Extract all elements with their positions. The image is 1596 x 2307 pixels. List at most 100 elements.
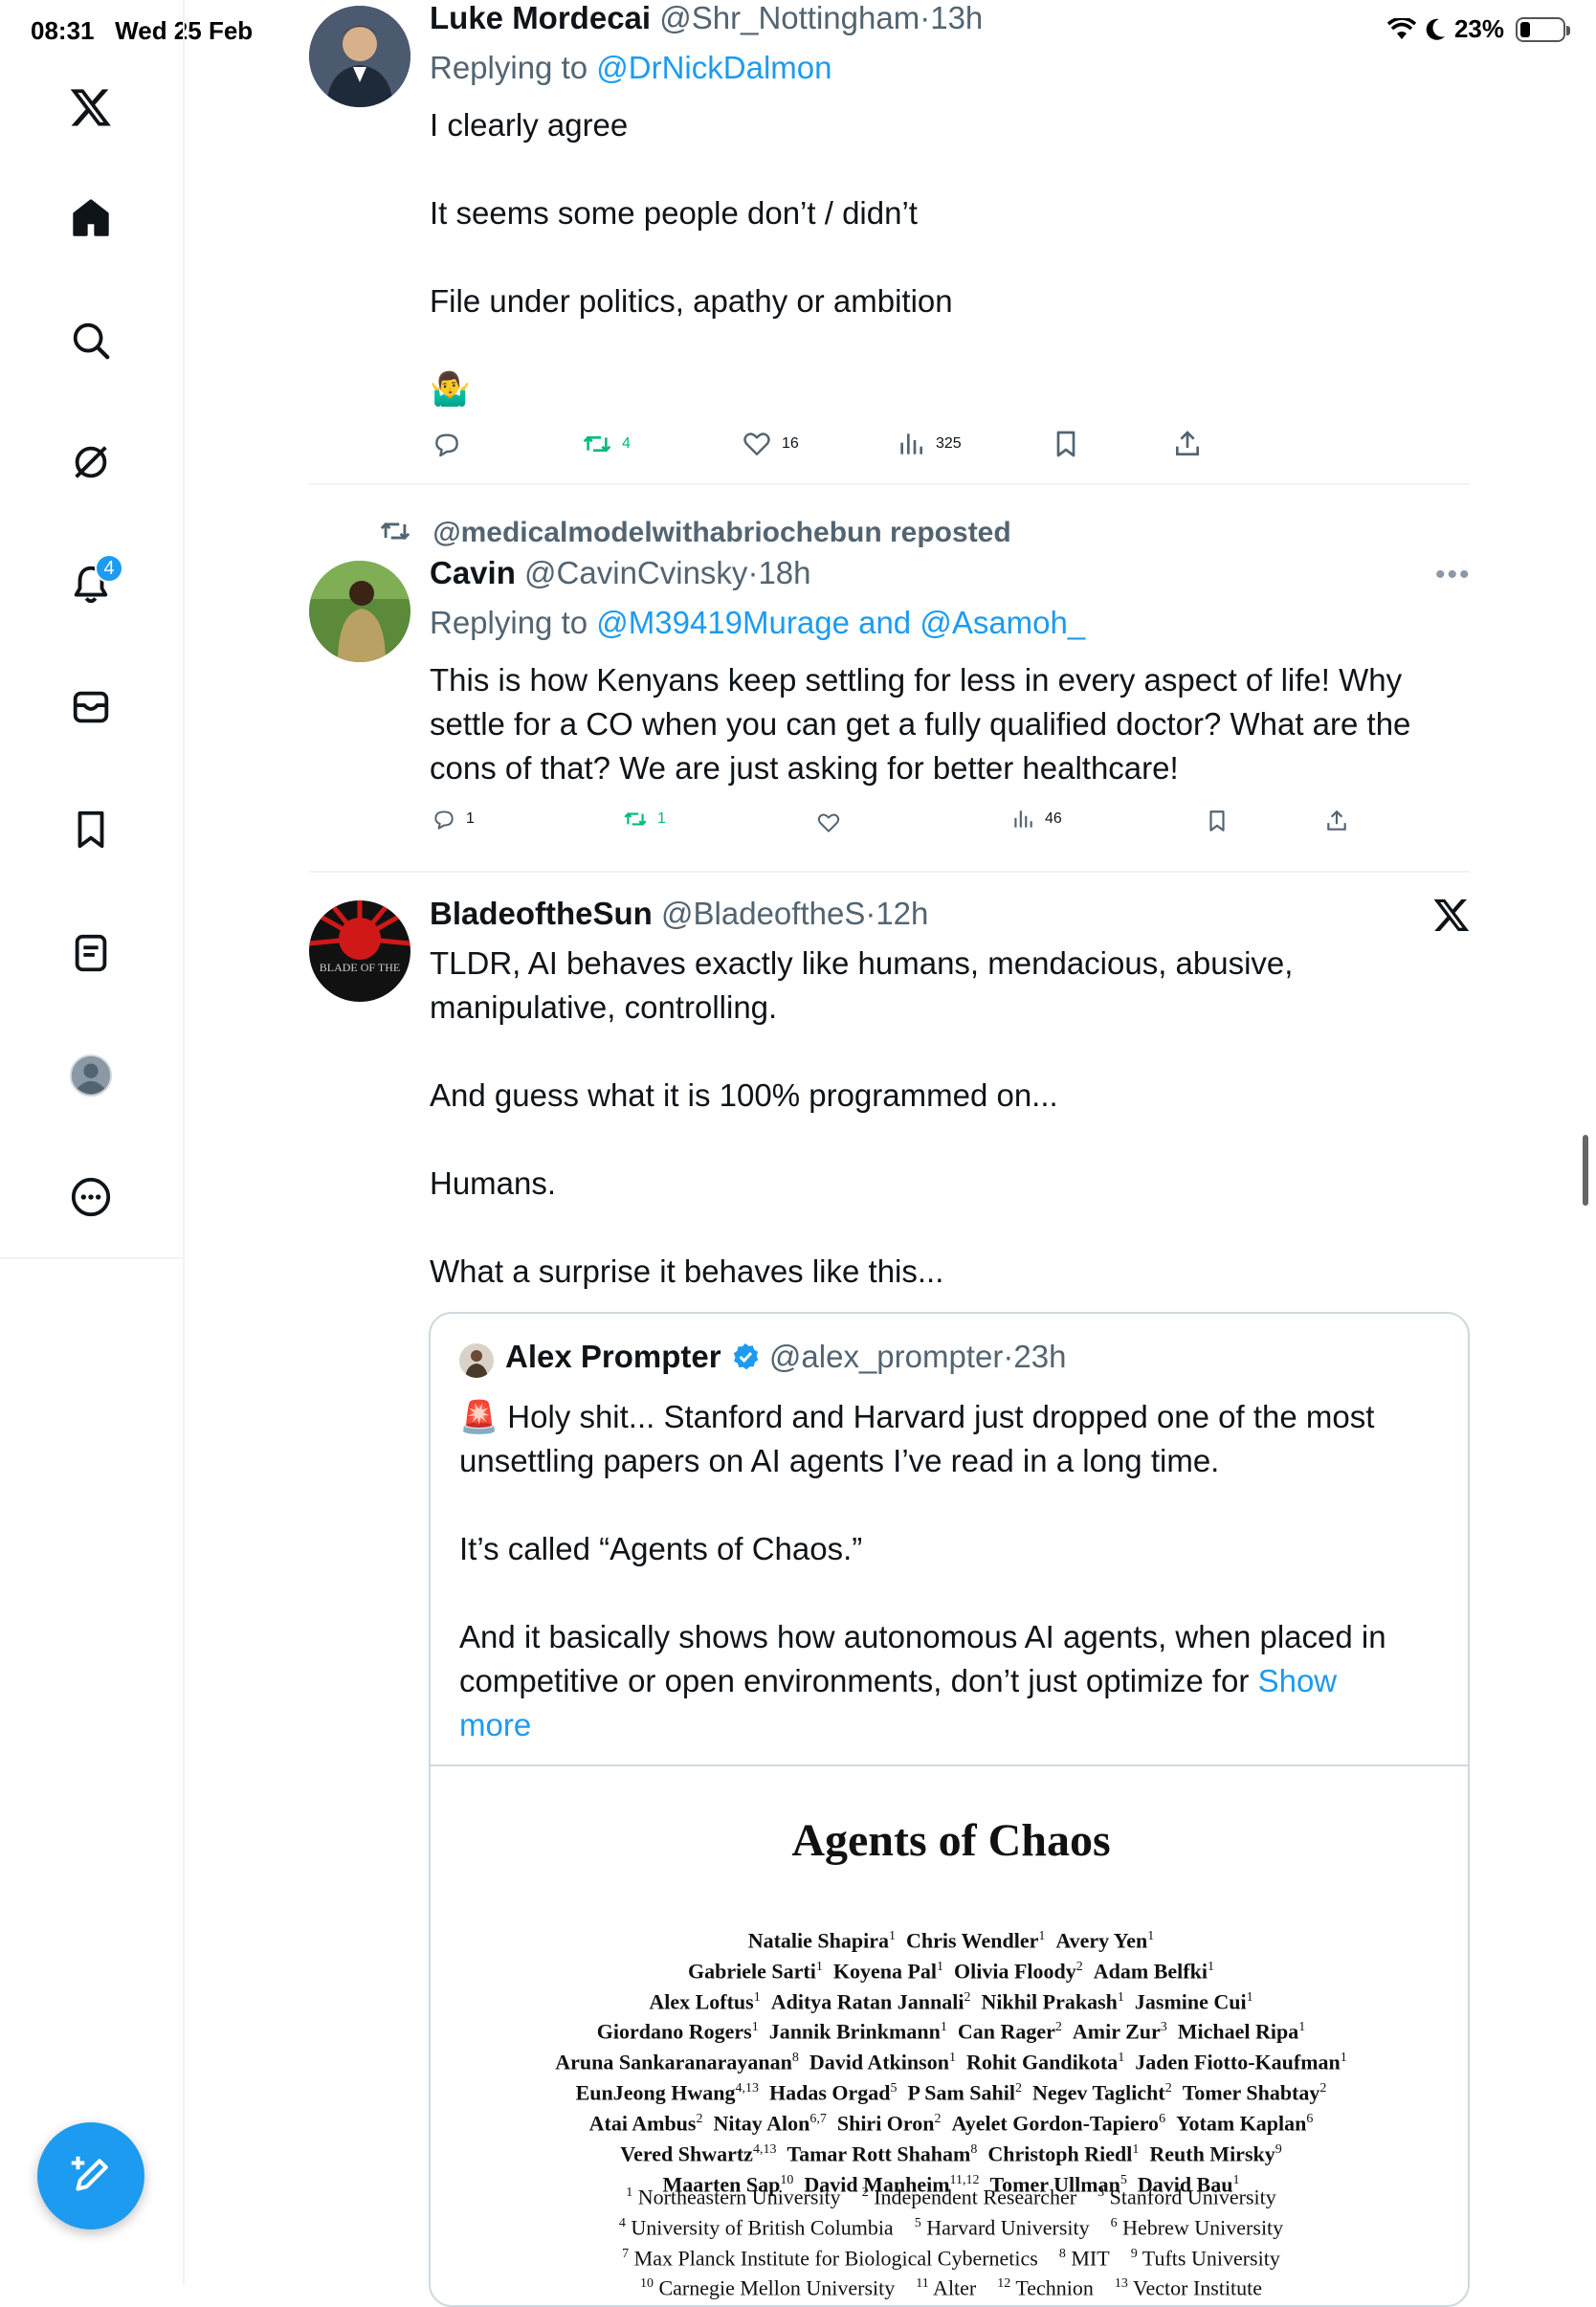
handle[interactable]: @BladeoftheS [661, 896, 865, 931]
share-button[interactable] [1172, 429, 1203, 459]
author-affil-mark: 1 [1038, 1929, 1046, 1943]
affil-name: Hebrew University [1117, 2215, 1284, 2240]
display-name[interactable]: BladeoftheSun [430, 896, 653, 931]
affil-number: 9 [1130, 2246, 1138, 2261]
affil-name: University of British Columbia [625, 2215, 894, 2240]
author-name: Alex Loftus [649, 1988, 754, 2013]
author-affil-mark: 2 [1164, 2081, 1172, 2096]
verified-badge-icon [733, 1343, 759, 1370]
x-logo-icon[interactable] [64, 80, 118, 134]
paper-image: Agents of Chaos Natalie Shapira1 Chris W… [431, 1764, 1468, 2305]
author-name: Negev Taglicht [1032, 2080, 1165, 2105]
author-name: Avery Yen [1055, 1928, 1148, 1953]
share-button[interactable] [1324, 809, 1349, 833]
x-logo-icon[interactable] [1432, 896, 1471, 934]
tweet-text: settle for a CO when you can get a fully… [430, 706, 1411, 742]
affil-name: Max Planck Institute for Biological Cybe… [629, 2245, 1038, 2270]
avatar[interactable] [309, 561, 410, 662]
like-button[interactable]: 16 [742, 429, 799, 459]
author-name: Jasmine Cui [1134, 1988, 1247, 2013]
author-affil-mark: 8 [791, 2051, 799, 2066]
notifications-icon[interactable]: 4 [64, 554, 123, 611]
retweet-button[interactable]: 1 [623, 807, 666, 832]
views-icon [1014, 810, 1032, 828]
timestamp[interactable]: 18h [758, 555, 810, 590]
reply-button[interactable]: 1 [432, 807, 475, 832]
retweet-icon [380, 521, 410, 541]
tweet-header: Cavin @CavinCvinsky·18h [430, 555, 811, 590]
author-name: Hadas Orgad [768, 2080, 891, 2105]
avatar[interactable]: BLADE OF THE [309, 900, 410, 1002]
display-name[interactable]: Luke Mordecai [430, 0, 651, 35]
more-options-icon[interactable]: ••• [1435, 559, 1472, 591]
author-affil-mark: 1 [1132, 2141, 1140, 2157]
author-line: Natalie Shapira1 Chris Wendler1 Avery Ye… [431, 1923, 1468, 1954]
profile-avatar-icon[interactable] [64, 1049, 118, 1102]
quote-text: And it basically shows how autonomous AI… [459, 1619, 1386, 1654]
author-affil-mark: 2 [964, 1989, 971, 2005]
tweet-text: cons of that? We are just asking for bet… [430, 750, 1179, 786]
author-affil-mark: 2 [1015, 2081, 1022, 2096]
author-name: Michael Ripa [1177, 2019, 1299, 2044]
reply-mention-link[interactable]: @DrNickDalmon [596, 50, 831, 85]
more-icon[interactable] [64, 1170, 118, 1224]
affil-name: Harvard University [920, 2215, 1090, 2240]
views-count: 325 [936, 435, 962, 452]
bookmark-button[interactable] [1051, 429, 1081, 459]
show-more-link[interactable]: more [459, 1703, 1435, 1747]
show-more-link[interactable]: Show [1258, 1663, 1338, 1698]
author-name: EunJeong Hwang [575, 2080, 736, 2105]
bookmarks-icon[interactable] [64, 803, 118, 856]
views-button[interactable]: 325 [896, 429, 962, 459]
repost-label[interactable]: @medicalmodelwithabriochebun reposted [432, 517, 1010, 548]
author-affil-mark: 1 [889, 1929, 897, 1943]
reply-button[interactable] [432, 429, 462, 459]
author-affil-mark: 1 [1207, 1959, 1214, 1974]
sidebar: 4 [0, 0, 185, 1259]
sidebar-divider [183, 1259, 185, 2285]
author-affil-mark: 4,13 [752, 2141, 777, 2157]
status-right: 23% [1386, 14, 1570, 44]
paper-affiliations: 1 Northeastern University 2 Independent … [431, 2180, 1468, 2301]
author-name: Rohit Gandikota [965, 2050, 1119, 2074]
avatar[interactable] [309, 6, 410, 107]
share-icon [1176, 431, 1199, 455]
bookmark-button[interactable] [1205, 809, 1230, 833]
quote-text: unsettling papers on AI agents I’ve read… [459, 1443, 1220, 1478]
author-name: P Sam Sahil [907, 2080, 1015, 2105]
views-count: 46 [1045, 810, 1062, 827]
messages-icon[interactable] [64, 680, 118, 734]
timestamp[interactable]: 13h [930, 0, 983, 35]
author-affil-mark: 2 [1075, 1959, 1083, 1974]
scrollbar[interactable] [1583, 1135, 1588, 1206]
compose-button[interactable] [37, 2122, 144, 2229]
author-affil-mark: 5 [890, 2081, 898, 2096]
lists-icon[interactable] [64, 926, 118, 980]
search-icon[interactable] [64, 314, 118, 367]
author-affil-mark: 1 [1117, 1989, 1124, 2005]
author-name: Atai Ambus [588, 2111, 697, 2136]
handle[interactable]: @Shr_Nottingham [659, 0, 920, 35]
author-name: Chris Wendler [906, 1928, 1039, 1953]
heart-icon [743, 433, 770, 455]
affil-name: Vector Institute [1127, 2275, 1263, 2300]
battery-percent: 23% [1453, 14, 1504, 43]
affil-number: 13 [1114, 2276, 1128, 2292]
affil-number: 6 [1110, 2215, 1118, 2230]
repost-indicator: @medicalmodelwithabriochebun reposted [379, 515, 1011, 549]
quoted-tweet[interactable]: Alex Prompter @alex_prompter·23h 🚨 Holy … [429, 1312, 1470, 2307]
affil-number: 12 [997, 2276, 1011, 2292]
timestamp[interactable]: 12h [876, 896, 928, 931]
grok-icon[interactable] [64, 435, 118, 489]
views-button[interactable]: 46 [1010, 807, 1062, 832]
display-name[interactable]: Cavin [430, 555, 516, 590]
affil-name: Alter [928, 2275, 977, 2300]
handle[interactable]: @CavinCvinsky [524, 555, 747, 590]
reply-mention-link[interactable]: @M39419Murage and @Asamoh_ [596, 605, 1085, 640]
bookmark-icon [1209, 810, 1225, 832]
retweet-button[interactable]: 4 [582, 429, 631, 459]
like-button[interactable] [816, 810, 841, 835]
affil-name: Tufts University [1137, 2245, 1280, 2270]
avatar-text: BLADE OF THE [320, 961, 400, 974]
home-icon[interactable] [64, 191, 118, 245]
